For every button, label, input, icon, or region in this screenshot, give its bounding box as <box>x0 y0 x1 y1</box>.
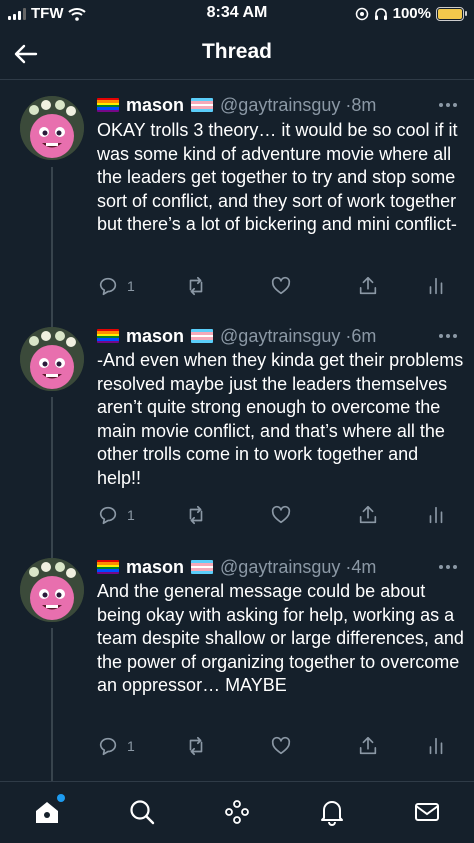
tweet-actions: 1 <box>97 274 457 298</box>
analytics-button[interactable] <box>425 274 447 298</box>
avatar[interactable] <box>20 558 84 622</box>
more-options-icon[interactable] <box>436 555 460 579</box>
tweet-text: -And even when they kinda get their prob… <box>97 350 464 488</box>
tweet-actions: 1 <box>97 503 457 527</box>
retweet-icon <box>189 736 203 756</box>
user-handle[interactable]: @gaytrainsguy <box>220 557 340 578</box>
avatar[interactable] <box>20 327 84 391</box>
reply-count: 1 <box>127 507 135 523</box>
tweet[interactable]: mason @gaytrainsguy · 4m And the general… <box>0 543 474 781</box>
header: Thread <box>0 28 474 80</box>
messages-icon <box>415 803 439 821</box>
poppy-avatar-icon <box>20 327 84 391</box>
tweet-time: 6m <box>351 325 377 346</box>
retweet-icon <box>189 276 203 296</box>
reply-count: 1 <box>127 738 135 754</box>
thread-line <box>51 313 53 327</box>
analytics-icon <box>429 737 443 755</box>
rainbow-flag-icon <box>97 329 119 343</box>
retweet-button[interactable] <box>185 274 207 298</box>
display-name[interactable]: mason <box>126 326 184 347</box>
heart-icon <box>271 505 291 524</box>
separator-dot: · <box>340 94 352 115</box>
retweet-button[interactable] <box>185 503 207 527</box>
like-button[interactable] <box>270 503 292 527</box>
battery-icon <box>436 6 467 21</box>
trans-flag-icon <box>191 560 214 574</box>
thread-line <box>51 628 53 781</box>
nav-spaces[interactable] <box>221 796 253 828</box>
tweet-header: mason @gaytrainsguy · 4m <box>97 555 460 579</box>
nav-search[interactable] <box>126 796 158 828</box>
battery-percent: 100% <box>392 5 431 22</box>
notification-dot <box>57 794 65 802</box>
avatar[interactable] <box>20 96 84 160</box>
reply-button[interactable]: 1 <box>97 734 135 758</box>
reply-button[interactable]: 1 <box>97 274 135 298</box>
tweet-header: mason @gaytrainsguy · 8m <box>97 93 460 117</box>
status-right: 100% <box>355 5 467 22</box>
reply-count: 1 <box>127 278 135 294</box>
reply-icon <box>99 277 117 296</box>
headphones-icon <box>374 7 387 20</box>
nav-messages[interactable] <box>411 796 443 828</box>
tweet-actions: 1 <box>97 734 457 758</box>
nav-home[interactable] <box>31 794 65 828</box>
reply-icon <box>99 506 117 525</box>
share-button[interactable] <box>357 503 379 527</box>
analytics-icon <box>429 277 443 295</box>
reply-icon <box>99 737 117 756</box>
location-lock-icon <box>355 7 368 20</box>
tweet-text: OKAY trolls 3 theory… it would be so coo… <box>97 120 458 234</box>
more-options-icon[interactable] <box>436 324 460 348</box>
analytics-button[interactable] <box>425 503 447 527</box>
poppy-avatar-icon <box>20 96 84 160</box>
thread-line <box>51 543 53 558</box>
tweet-time: 8m <box>351 94 377 115</box>
retweet-icon <box>189 505 203 525</box>
analytics-icon <box>429 506 443 524</box>
retweet-button[interactable] <box>185 734 207 758</box>
reply-button[interactable]: 1 <box>97 503 135 527</box>
like-button[interactable] <box>270 274 292 298</box>
share-button[interactable] <box>357 274 379 298</box>
display-name[interactable]: mason <box>126 557 184 578</box>
trans-flag-icon <box>191 329 214 343</box>
thread-line <box>51 397 53 543</box>
heart-icon <box>271 736 291 755</box>
more-options-icon[interactable] <box>436 93 460 117</box>
bottom-nav <box>0 781 474 843</box>
share-icon <box>359 276 377 295</box>
share-icon <box>359 505 377 524</box>
analytics-button[interactable] <box>425 734 447 758</box>
search-icon <box>130 800 155 825</box>
rainbow-flag-icon <box>97 98 119 112</box>
separator-dot: · <box>340 325 352 346</box>
poppy-avatar-icon <box>20 558 84 622</box>
user-handle[interactable]: @gaytrainsguy <box>220 326 340 347</box>
nav-notifications[interactable] <box>316 796 348 828</box>
share-icon <box>359 736 377 755</box>
tweet[interactable]: mason @gaytrainsguy · 8m OKAY trolls 3 t… <box>0 81 474 313</box>
thread-line <box>51 167 53 313</box>
tweet[interactable]: mason @gaytrainsguy · 6m -And even when … <box>0 313 474 543</box>
tweet-text: And the general message could be about b… <box>97 581 464 695</box>
separator-dot: · <box>340 556 352 577</box>
display-name[interactable]: mason <box>126 95 184 116</box>
notifications-icon <box>321 801 343 826</box>
tweet-header: mason @gaytrainsguy · 6m <box>97 324 460 348</box>
home-icon <box>36 802 58 823</box>
status-bar: TFW 8:34 AM 100% <box>0 0 474 28</box>
page-title: Thread <box>201 40 272 63</box>
tweet-time: 4m <box>351 556 377 577</box>
share-button[interactable] <box>357 734 379 758</box>
user-handle[interactable]: @gaytrainsguy <box>220 95 340 116</box>
trans-flag-icon <box>191 98 214 112</box>
spaces-icon <box>225 800 249 824</box>
heart-icon <box>271 276 291 295</box>
like-button[interactable] <box>270 734 292 758</box>
rainbow-flag-icon <box>97 560 119 574</box>
